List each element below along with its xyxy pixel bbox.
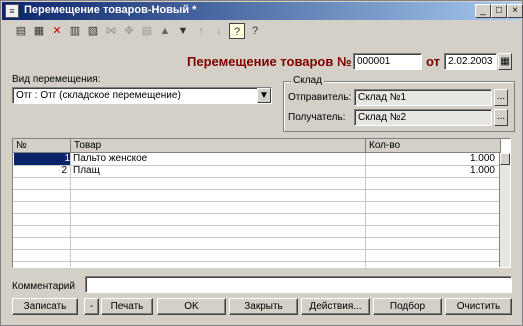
receiver-field[interactable]: Склад №2: [354, 109, 492, 126]
print-button[interactable]: Печать: [101, 298, 153, 315]
title-bar: ≡ Перемещение товаров-Новый * _ □ ×: [2, 2, 523, 20]
dash-button[interactable]: -: [84, 298, 99, 315]
movement-select-value: Отг : Отг (складское перемещение): [16, 90, 181, 101]
document-window: ≡ Перемещение товаров-Новый * _ □ × ▤ ▦ …: [0, 0, 523, 326]
movement-label: Вид перемещения:: [12, 74, 101, 85]
sender-label: Отправитель:: [288, 92, 352, 103]
edit-row-icon[interactable]: ▤: [139, 23, 155, 39]
fill-button[interactable]: Очистить: [445, 298, 512, 315]
ok-button[interactable]: OK: [157, 298, 226, 315]
receiver-select-button[interactable]: ...: [494, 109, 508, 126]
minimize-button[interactable]: _: [475, 4, 491, 18]
close-window-button[interactable]: ×: [507, 4, 523, 18]
row-item[interactable]: Пальто женское: [73, 153, 363, 165]
maximize-button[interactable]: □: [491, 4, 507, 18]
row-qty[interactable]: 1.000: [368, 165, 495, 177]
comment-field[interactable]: [85, 276, 512, 293]
date-label: от: [426, 54, 440, 69]
column-header-num[interactable]: №: [13, 139, 71, 153]
warehouse-group-label: Склад: [291, 75, 324, 86]
delete-doc-icon[interactable]: ✕: [49, 23, 65, 39]
actions-button[interactable]: Действия...: [301, 298, 370, 315]
copy-row-icon[interactable]: ▥: [67, 23, 83, 39]
select-button[interactable]: Подбор: [373, 298, 442, 315]
copy-doc-icon[interactable]: ▦: [31, 23, 47, 39]
movement-select[interactable]: Отг : Отг (складское перемещение): [12, 87, 272, 104]
sender-field[interactable]: Склад №1: [354, 89, 492, 106]
doc-icon: ≡: [5, 4, 19, 18]
window-title: Перемещение товаров-Новый *: [24, 4, 197, 16]
context-help-icon[interactable]: ?: [247, 23, 263, 39]
comment-label: Комментарий: [12, 281, 75, 292]
sender-select-button[interactable]: ...: [494, 89, 508, 106]
move-icon[interactable]: ✥: [121, 23, 137, 39]
new-doc-icon[interactable]: ▤: [13, 23, 29, 39]
cut-icon[interactable]: ⋈: [103, 23, 119, 39]
sort-asc-icon[interactable]: ↑: [193, 23, 209, 39]
scroll-thumb[interactable]: [500, 153, 510, 165]
date-field[interactable]: 2.02.2003: [444, 53, 497, 70]
row-num[interactable]: 1: [14, 153, 70, 165]
column-header-item[interactable]: Товар: [71, 139, 366, 153]
table-scrollbar[interactable]: [499, 153, 510, 267]
help-icon[interactable]: ?: [229, 23, 245, 39]
close-button[interactable]: Закрыть: [229, 298, 298, 315]
doc-label: Перемещение товаров №: [187, 54, 352, 69]
arrow-down-icon[interactable]: ▼: [175, 23, 191, 39]
items-table[interactable]: № Товар Кол-во 1 Пальто женское 1.000 2 …: [12, 138, 511, 268]
record-button[interactable]: Записать: [12, 298, 78, 315]
chevron-down-icon[interactable]: ▼: [257, 88, 271, 103]
column-header-qty[interactable]: Кол-во: [366, 139, 501, 153]
receiver-label: Получатель:: [288, 112, 346, 123]
row-num[interactable]: 2: [14, 165, 67, 177]
sort-desc-icon[interactable]: ↓: [211, 23, 227, 39]
row-qty[interactable]: 1.000: [368, 153, 495, 165]
arrow-up-icon[interactable]: ▲: [157, 23, 173, 39]
doc-number-field[interactable]: 000001: [353, 53, 422, 70]
insert-row-icon[interactable]: ▧: [85, 23, 101, 39]
calendar-icon[interactable]: ▦: [498, 53, 512, 70]
row-item[interactable]: Плащ: [73, 165, 363, 177]
